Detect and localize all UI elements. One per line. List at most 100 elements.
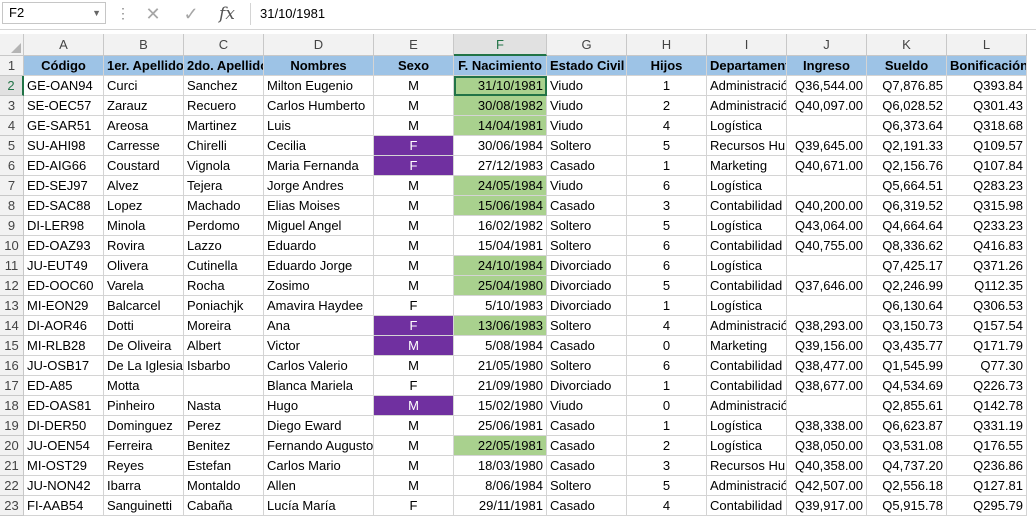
table-cell[interactable]: Q283.23 xyxy=(947,176,1027,196)
row-number[interactable]: 9 xyxy=(0,216,24,236)
table-cell[interactable]: 0 xyxy=(627,336,707,356)
table-cell[interactable]: Carlos Valerio xyxy=(264,356,374,376)
table-cell[interactable]: Casado xyxy=(547,336,627,356)
table-cell[interactable]: Chirelli xyxy=(184,136,264,156)
table-cell[interactable]: Q6,623.87 xyxy=(867,416,947,436)
row-number[interactable]: 3 xyxy=(0,96,24,116)
table-cell[interactable]: Logística xyxy=(707,256,787,276)
column-header-b[interactable]: B xyxy=(104,34,184,56)
table-cell[interactable]: Logística xyxy=(707,296,787,316)
table-cell[interactable]: Nasta xyxy=(184,396,264,416)
table-cell[interactable]: 25/06/1981 xyxy=(454,416,547,436)
table-cell[interactable]: 4 xyxy=(627,496,707,516)
table-cell[interactable]: Recuero xyxy=(184,96,264,116)
select-all-corner[interactable] xyxy=(0,34,24,56)
table-cell[interactable]: 5/10/1983 xyxy=(454,296,547,316)
table-cell[interactable]: Q6,130.64 xyxy=(867,296,947,316)
table-cell[interactable]: Tejera xyxy=(184,176,264,196)
table-cell[interactable]: Viudo xyxy=(547,116,627,136)
table-cell[interactable]: Eduardo xyxy=(264,236,374,256)
column-header-e[interactable]: E xyxy=(374,34,454,56)
chevron-down-icon[interactable]: ▼ xyxy=(92,3,101,23)
header-cell[interactable]: Código xyxy=(24,56,104,76)
table-cell[interactable]: Administración xyxy=(707,316,787,336)
column-header-f[interactable]: F xyxy=(454,34,547,56)
table-cell[interactable]: Q39,917.00 xyxy=(787,496,867,516)
table-cell[interactable]: Q40,671.00 xyxy=(787,156,867,176)
table-cell[interactable]: Soltero xyxy=(547,136,627,156)
table-cell[interactable]: Q176.55 xyxy=(947,436,1027,456)
row-number[interactable]: 4 xyxy=(0,116,24,136)
header-cell[interactable]: Sueldo xyxy=(867,56,947,76)
table-cell[interactable]: Lopez xyxy=(104,196,184,216)
table-cell[interactable]: Q6,373.64 xyxy=(867,116,947,136)
table-cell[interactable]: Q5,664.51 xyxy=(867,176,947,196)
table-cell[interactable]: Eduardo Jorge xyxy=(264,256,374,276)
table-cell[interactable]: Diego Eward xyxy=(264,416,374,436)
name-box[interactable]: F2 ▼ xyxy=(2,2,106,24)
table-cell[interactable]: Elias Moises xyxy=(264,196,374,216)
table-cell[interactable]: Cecilia xyxy=(264,136,374,156)
table-cell[interactable]: Logística xyxy=(707,216,787,236)
table-cell[interactable]: M xyxy=(374,176,454,196)
table-cell[interactable]: Vignola xyxy=(184,156,264,176)
table-cell[interactable]: JU-NON42 xyxy=(24,476,104,496)
table-cell[interactable] xyxy=(787,396,867,416)
table-cell[interactable]: Perez xyxy=(184,416,264,436)
row-number[interactable]: 21 xyxy=(0,456,24,476)
row-number[interactable]: 13 xyxy=(0,296,24,316)
table-cell[interactable]: Q127.81 xyxy=(947,476,1027,496)
table-cell[interactable]: Q2,156.76 xyxy=(867,156,947,176)
table-cell[interactable]: Soltero xyxy=(547,216,627,236)
table-cell[interactable]: 29/11/1981 xyxy=(454,496,547,516)
table-cell[interactable]: 3 xyxy=(627,196,707,216)
column-header-a[interactable]: A xyxy=(24,34,104,56)
header-cell[interactable]: Estado Civil xyxy=(547,56,627,76)
table-cell[interactable]: Motta xyxy=(104,376,184,396)
header-cell[interactable]: 2do. Apellido xyxy=(184,56,264,76)
table-cell[interactable]: Areosa xyxy=(104,116,184,136)
table-cell[interactable]: 14/04/1981 xyxy=(454,116,547,136)
row-number[interactable]: 1 xyxy=(0,56,24,76)
table-cell[interactable]: Viudo xyxy=(547,96,627,116)
table-cell[interactable]: Q37,646.00 xyxy=(787,276,867,296)
table-cell[interactable]: Balcarcel xyxy=(104,296,184,316)
header-cell[interactable]: Bonificación xyxy=(947,56,1027,76)
table-cell[interactable]: Contabilidad xyxy=(707,496,787,516)
table-cell[interactable]: Q38,477.00 xyxy=(787,356,867,376)
column-header-j[interactable]: J xyxy=(787,34,867,56)
table-cell[interactable]: M xyxy=(374,216,454,236)
table-cell[interactable]: Lucía María xyxy=(264,496,374,516)
table-cell[interactable]: Viudo xyxy=(547,76,627,96)
table-cell[interactable]: M xyxy=(374,236,454,256)
table-cell[interactable]: 6 xyxy=(627,236,707,256)
table-cell[interactable]: 15/06/1984 xyxy=(454,196,547,216)
table-cell[interactable]: M xyxy=(374,76,454,96)
table-cell[interactable]: M xyxy=(374,276,454,296)
table-cell[interactable]: 5/08/1984 xyxy=(454,336,547,356)
table-cell[interactable]: Zarauz xyxy=(104,96,184,116)
table-cell[interactable]: M xyxy=(374,416,454,436)
table-cell[interactable]: 8/06/1984 xyxy=(454,476,547,496)
column-header-g[interactable]: G xyxy=(547,34,627,56)
column-header-i[interactable]: I xyxy=(707,34,787,56)
table-cell[interactable] xyxy=(787,296,867,316)
table-cell[interactable]: Q40,755.00 xyxy=(787,236,867,256)
table-cell[interactable]: Minola xyxy=(104,216,184,236)
table-cell[interactable]: Divorciado xyxy=(547,276,627,296)
table-cell[interactable]: Casado xyxy=(547,416,627,436)
table-cell[interactable]: 27/12/1983 xyxy=(454,156,547,176)
table-cell[interactable]: Administración xyxy=(707,396,787,416)
table-cell[interactable]: Soltero xyxy=(547,316,627,336)
row-number[interactable]: 5 xyxy=(0,136,24,156)
row-number[interactable]: 7 xyxy=(0,176,24,196)
table-cell[interactable]: Curci xyxy=(104,76,184,96)
table-cell[interactable] xyxy=(184,376,264,396)
table-cell[interactable]: M xyxy=(374,436,454,456)
table-cell[interactable]: 24/05/1984 xyxy=(454,176,547,196)
table-cell[interactable]: Q43,064.00 xyxy=(787,216,867,236)
table-cell[interactable]: Cutinella xyxy=(184,256,264,276)
table-cell[interactable]: Q6,028.52 xyxy=(867,96,947,116)
table-cell[interactable]: Q7,425.17 xyxy=(867,256,947,276)
table-cell[interactable]: Q233.23 xyxy=(947,216,1027,236)
